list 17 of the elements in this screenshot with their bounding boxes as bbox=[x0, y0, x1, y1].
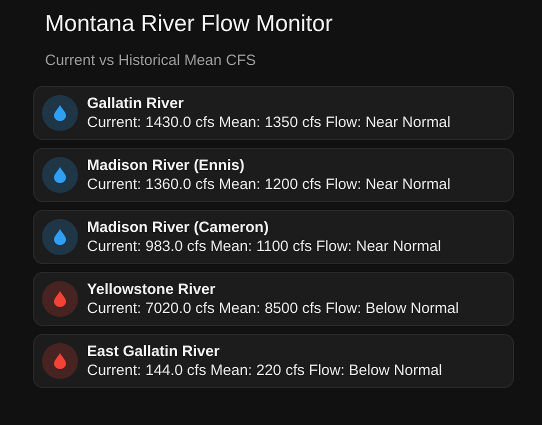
flow-details: Current: 1430.0 cfs Mean: 1350 cfs Flow: Near Normal bbox=[87, 113, 450, 132]
water-drop-icon bbox=[42, 343, 78, 379]
flow-details: Current: 7020.0 cfs Mean: 8500 cfs Flow: Below Normal bbox=[87, 299, 459, 318]
flow-details: Current: 144.0 cfs Mean: 220 cfs Flow: Below Normal bbox=[87, 361, 442, 380]
flow-details: Current: 983.0 cfs Mean: 1100 cfs Flow: Near Normal bbox=[87, 237, 442, 256]
water-drop-icon bbox=[42, 157, 78, 193]
river-name: Gallatin River bbox=[87, 94, 185, 113]
page-title: Montana River Flow Monitor bbox=[45, 9, 334, 38]
water-drop-icon bbox=[42, 95, 78, 131]
flow-details: Current: 1360.0 cfs Mean: 1200 cfs Flow: Near Normal bbox=[87, 175, 450, 194]
water-drop-icon bbox=[42, 281, 78, 317]
river-name: East Gallatin River bbox=[87, 342, 221, 361]
water-drop-icon bbox=[42, 219, 78, 255]
river-name: Madison River (Ennis) bbox=[87, 156, 246, 175]
river-name: Yellowstone River bbox=[87, 280, 216, 299]
river-name: Madison River (Cameron) bbox=[87, 218, 270, 237]
page-subtitle: Current vs Historical Mean CFS bbox=[45, 51, 257, 71]
